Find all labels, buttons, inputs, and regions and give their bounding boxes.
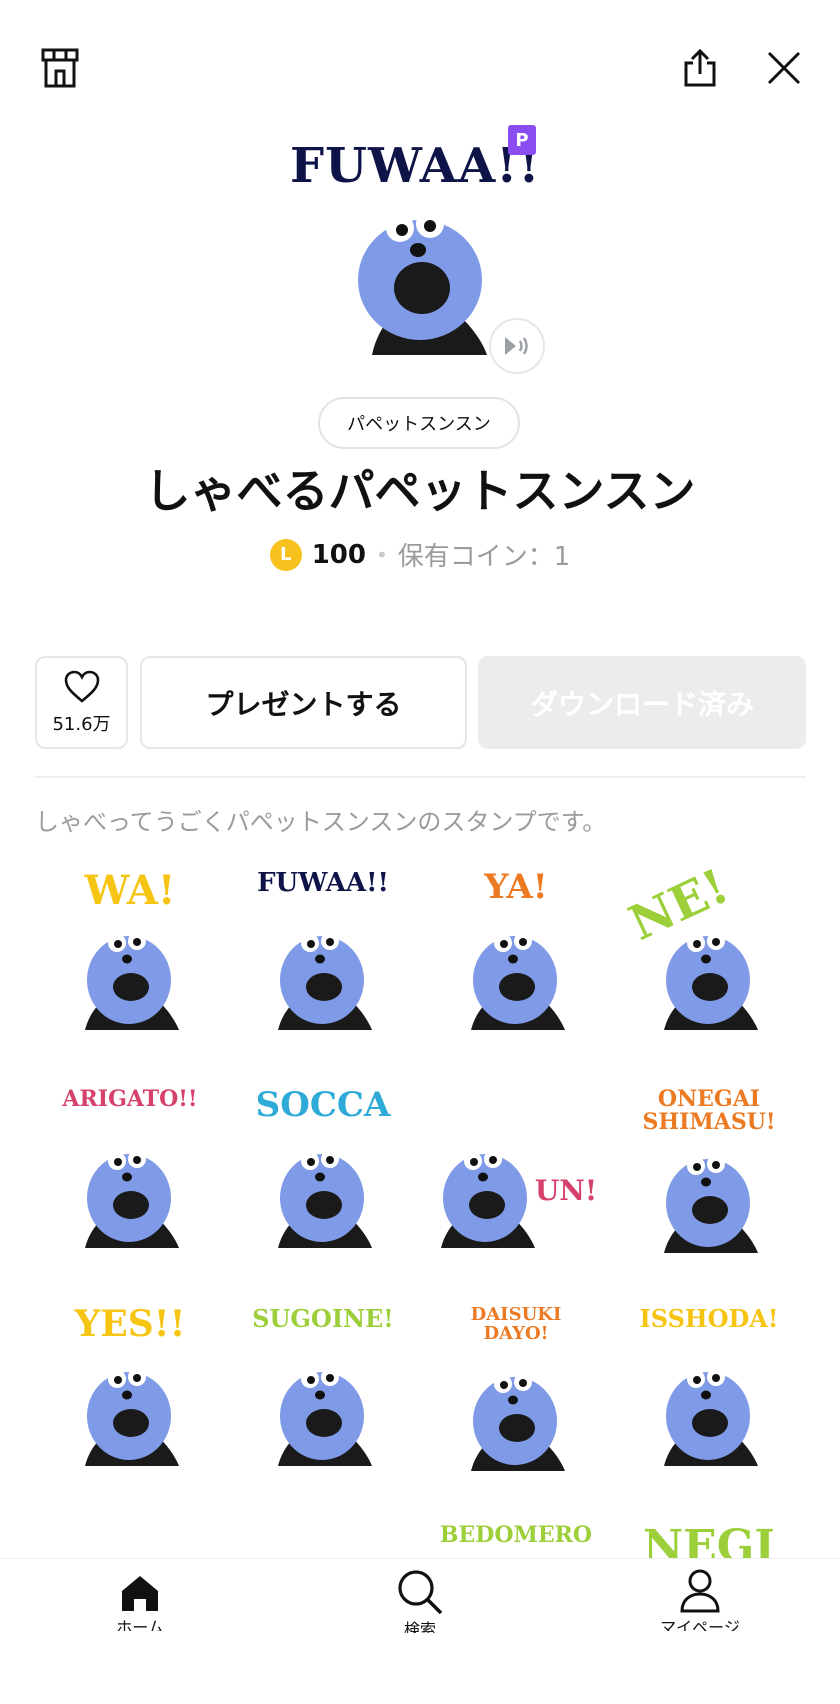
sticker-item[interactable]: ONEGAI SHIMASU!	[614, 1078, 804, 1268]
divider	[35, 776, 806, 778]
description: しゃべってうごくパペットスンスンのスタンプです。	[35, 808, 607, 836]
separator: •	[375, 542, 388, 567]
tab-home[interactable]: ホーム	[0, 1559, 280, 1637]
sticker-text: WA!	[84, 867, 176, 914]
user-icon	[680, 1569, 720, 1613]
sticker-text: FUWAA!!	[257, 868, 389, 898]
hero-puppet-image	[358, 210, 487, 355]
puppet-image	[278, 1150, 372, 1248]
tab-home-label: ホーム	[116, 1618, 164, 1631]
tab-bar: ホーム 検索 マイページ	[0, 1558, 840, 1637]
sound-icon	[505, 337, 528, 355]
sticker-item[interactable]: ARIGATO!!	[35, 1078, 225, 1268]
sticker-text: DAISUKI DAYO!	[470, 1304, 562, 1344]
puppet-image	[278, 932, 372, 1030]
shop-button[interactable]	[36, 44, 84, 92]
puppet-image	[85, 1368, 179, 1466]
sticker-item[interactable]: UN!	[421, 1078, 611, 1268]
sound-button[interactable]	[489, 318, 545, 374]
sticker-text: SUGOINE!	[252, 1304, 394, 1333]
tab-search[interactable]: 検索	[280, 1559, 560, 1637]
hero-sticker-title: FUWAA!!	[290, 138, 541, 194]
sticker-item[interactable]: NE!	[614, 858, 804, 1050]
tab-mypage[interactable]: マイページ	[560, 1559, 840, 1637]
tab-search-label: 検索	[403, 1620, 436, 1633]
puppet-image	[664, 932, 758, 1030]
puppet-image	[664, 1368, 758, 1466]
like-count: 51.6万	[52, 713, 111, 735]
sticker-item[interactable]: WA!	[35, 860, 225, 1050]
premium-badge: P	[508, 125, 536, 155]
sticker-item[interactable]: DAISUKI DAYO!	[421, 1296, 611, 1486]
sticker-item[interactable]: YA!	[421, 860, 611, 1050]
present-button[interactable]: プレゼントする	[140, 656, 467, 749]
puppet-image	[278, 1368, 372, 1466]
puppet-image	[471, 1373, 565, 1471]
sticker-text: YA!	[484, 867, 548, 907]
sticker-item[interactable]: SOCCA	[228, 1078, 418, 1268]
price-row: L 100 • 保有コイン：1	[0, 536, 840, 573]
author-chip[interactable]: パペットスンスン	[318, 397, 520, 449]
product-title: しゃべるパペットスンスン	[144, 464, 696, 518]
owned-coins: 保有コイン：1	[397, 542, 571, 572]
price: 100	[311, 539, 366, 570]
heart-icon	[64, 670, 99, 703]
sticker-text: BEDOMERO	[439, 1522, 593, 1548]
share-button[interactable]	[676, 44, 724, 92]
close-icon	[767, 51, 801, 85]
sticker-item[interactable]: SUGOINE!	[228, 1296, 418, 1486]
puppet-image	[441, 1150, 535, 1248]
puppet-image	[85, 932, 179, 1030]
sticker-item[interactable]: FUWAA!!	[228, 860, 418, 1050]
sticker-text: ISSHODA!	[639, 1304, 779, 1333]
home-icon	[122, 1576, 158, 1611]
sticker-text: ARIGATO!!	[62, 1086, 198, 1112]
line-coin-icon: L	[269, 538, 302, 571]
tab-mypage-label: マイページ	[660, 1618, 740, 1631]
sticker-item[interactable]: ISSHODA!	[614, 1296, 804, 1486]
sticker-text: SOCCA	[255, 1085, 391, 1125]
puppet-image	[471, 932, 565, 1030]
sticker-item[interactable]: YES!!	[35, 1296, 225, 1486]
puppet-image	[664, 1155, 758, 1253]
share-icon	[684, 48, 716, 87]
like-button[interactable]: 51.6万	[35, 656, 128, 749]
close-button[interactable]	[760, 44, 808, 92]
sticker-text: ONEGAI SHIMASU!	[642, 1086, 776, 1136]
puppet-image	[85, 1150, 179, 1248]
shop-icon	[41, 48, 79, 88]
sticker-text: YES!!	[74, 1303, 186, 1345]
download-button[interactable]: ダウンロード済み	[478, 656, 806, 749]
search-icon	[398, 1570, 443, 1615]
